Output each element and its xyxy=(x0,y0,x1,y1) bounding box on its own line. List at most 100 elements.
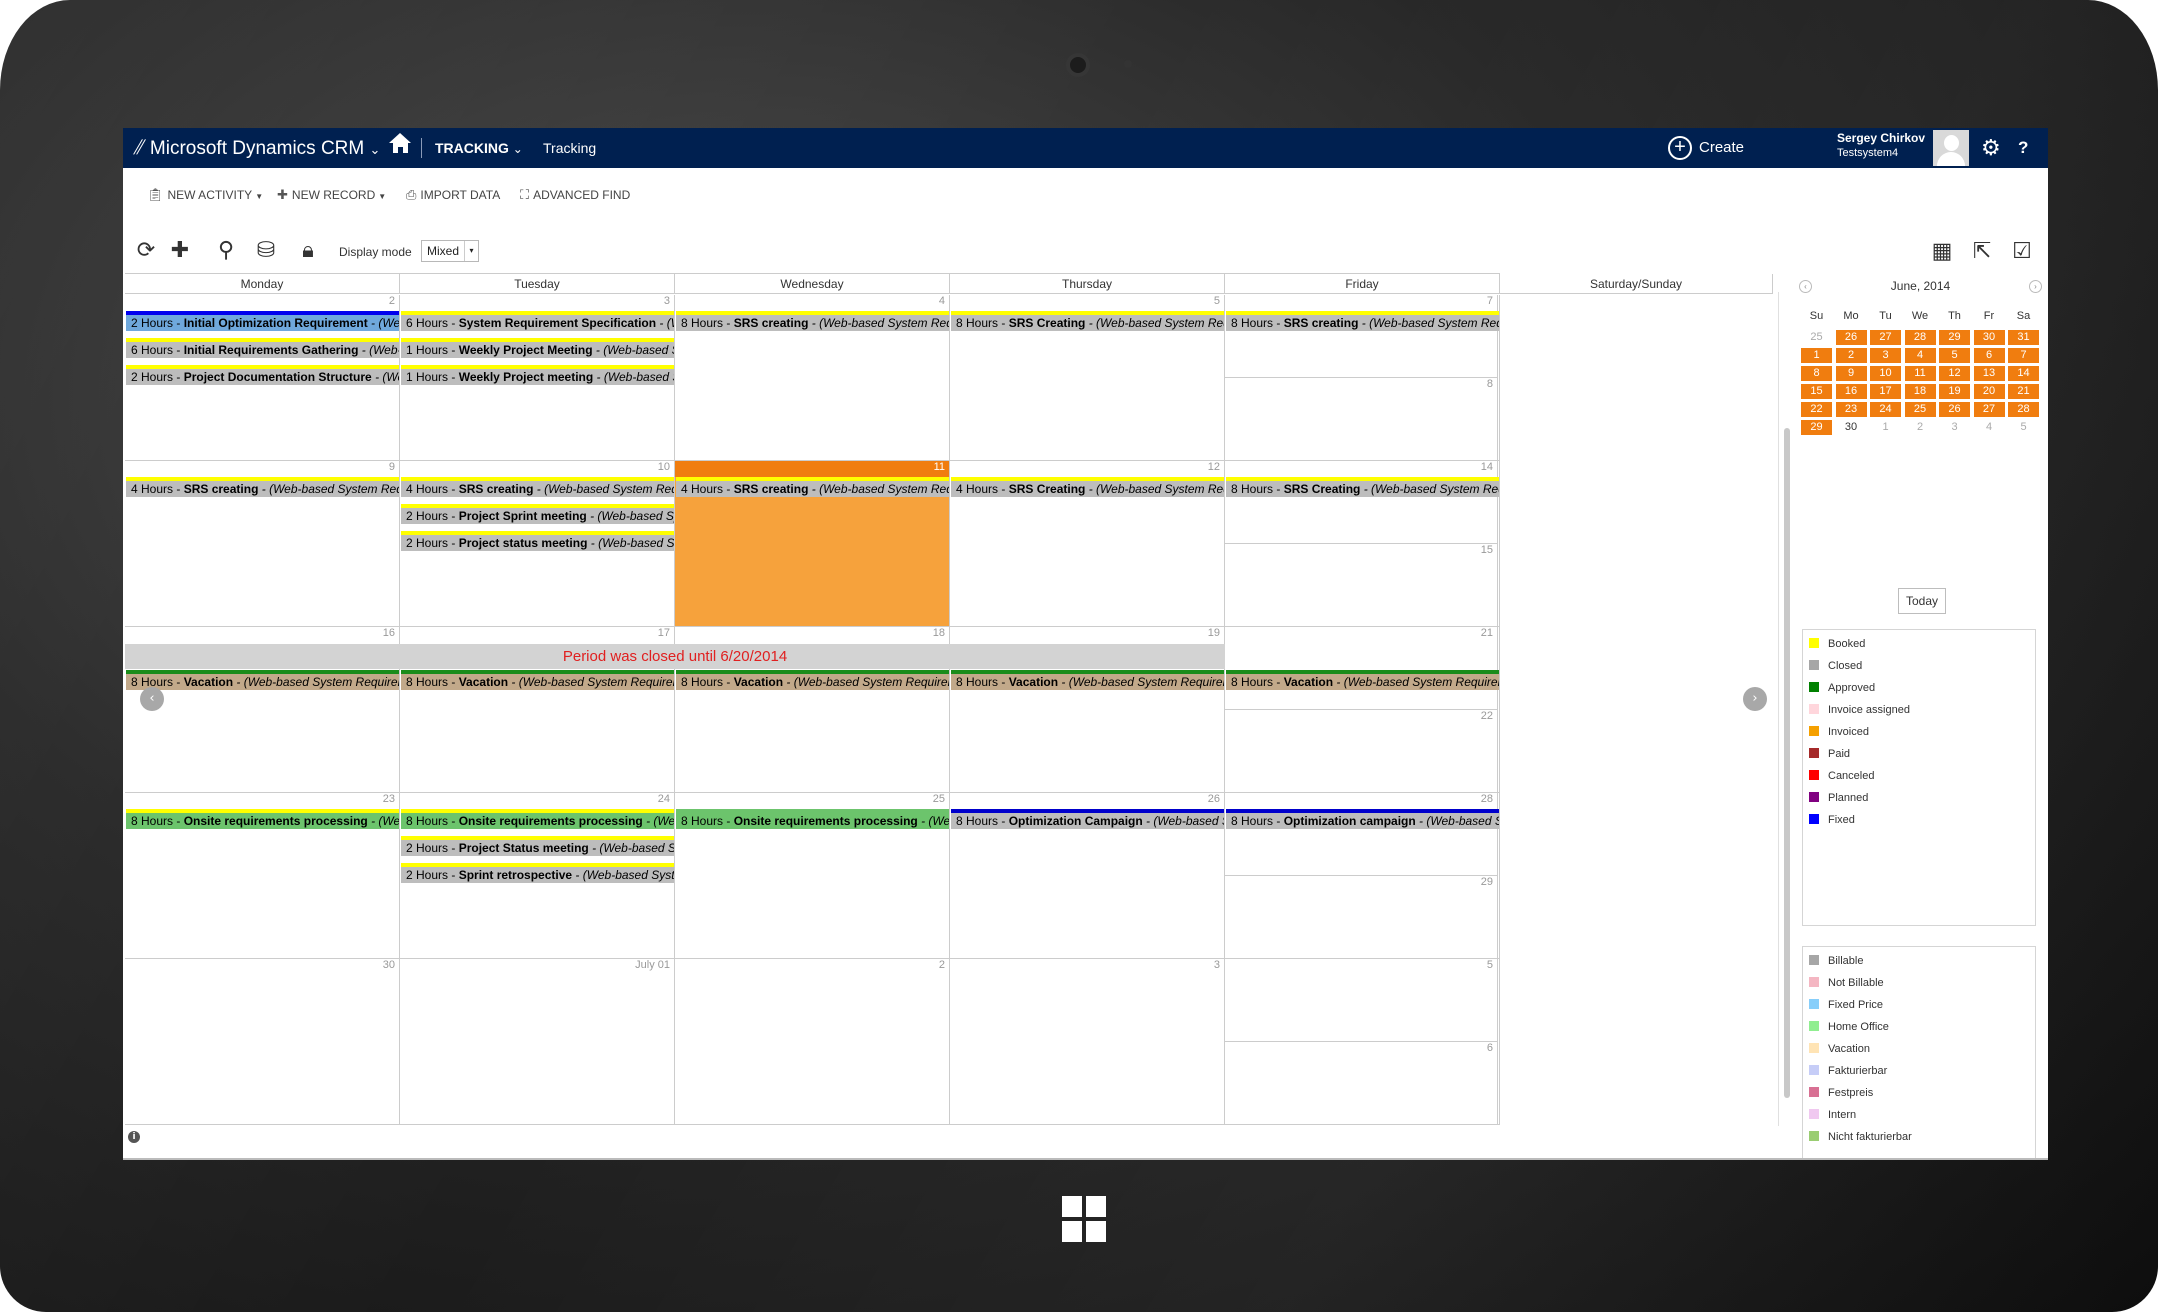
minical-day[interactable]: 30 xyxy=(1973,330,2005,345)
weekend-cell[interactable]: 8 xyxy=(1225,378,1498,461)
minical-day[interactable]: 25 xyxy=(1904,402,1936,417)
minical-day[interactable]: 12 xyxy=(1939,366,1970,381)
event-entry[interactable]: 2 Hours - Project Documentation Structur… xyxy=(126,365,399,385)
weekend-cell[interactable]: 14 xyxy=(1225,461,1498,544)
minical-day[interactable]: 7 xyxy=(2008,348,2039,363)
command-new-activity[interactable]: 📋︎ NEW ACTIVITY ▼ xyxy=(147,187,263,203)
event-entry[interactable]: 2 Hours - Sprint retrospective - (Web-ba… xyxy=(401,863,674,883)
minical-day[interactable]: 27 xyxy=(1870,330,1901,345)
avatar[interactable] xyxy=(1933,130,1969,166)
event-entry[interactable]: 8 Hours - SRS Creating - (Web-based Syst… xyxy=(951,311,1224,331)
event-entry[interactable]: 4 Hours - SRS creating - (Web-based Syst… xyxy=(126,477,399,497)
export-icon[interactable]: ⇱ xyxy=(1965,238,1999,266)
brand-menu[interactable]: ⫽ Microsoft Dynamics CRM ⌄ xyxy=(132,128,380,168)
minical-day[interactable]: 24 xyxy=(1870,402,1901,417)
event-entry[interactable]: 1 Hours - Weekly Project meeting - (Web-… xyxy=(401,365,674,385)
command-new-record[interactable]: ✚ NEW RECORD ▼ xyxy=(277,187,386,203)
minical-day[interactable]: 28 xyxy=(2008,402,2039,417)
minical-day[interactable]: 4 xyxy=(1904,348,1936,363)
day-cell[interactable]: 2 xyxy=(675,959,950,1125)
event-entry[interactable]: 6 Hours - System Requirement Specificati… xyxy=(401,311,674,331)
weekend-cell[interactable]: 22 xyxy=(1225,710,1498,793)
minical-day[interactable]: 30 xyxy=(1835,420,1867,435)
event-entry[interactable]: 8 Hours - Vacation - (Web-based System R… xyxy=(676,670,949,690)
lock-user-icon[interactable]: ⛁ xyxy=(251,238,281,264)
event-entry[interactable]: 8 Hours - Vacation - (Web-based System R… xyxy=(1226,670,1499,690)
event-entry[interactable]: 8 Hours - Vacation - (Web-based System R… xyxy=(951,670,1224,690)
minical-day[interactable]: 2 xyxy=(1835,348,1867,363)
event-entry[interactable]: 8 Hours - Onsite requirements processing… xyxy=(676,809,949,829)
minical-day[interactable]: 17 xyxy=(1870,384,1901,399)
minical-day[interactable]: 31 xyxy=(2008,330,2039,345)
minical-day[interactable]: 8 xyxy=(1801,366,1832,381)
weekend-cell[interactable]: 21 xyxy=(1225,627,1498,710)
scrollbar-thumb[interactable] xyxy=(1784,428,1790,1098)
weekend-cell[interactable]: 5 xyxy=(1225,959,1498,1042)
minical-day[interactable]: 2 xyxy=(1904,420,1936,435)
minical-day[interactable]: 26 xyxy=(1939,402,1970,417)
close-period-lock-icon[interactable]: 🔒︎ xyxy=(293,238,323,264)
minical-day[interactable]: 9 xyxy=(1835,366,1867,381)
minical-day[interactable]: 23 xyxy=(1835,402,1867,417)
help-check-icon[interactable]: ☑ xyxy=(2005,238,2039,266)
minical-day[interactable]: 27 xyxy=(1973,402,2005,417)
event-entry[interactable]: 2 Hours - Project Status meeting - (Web-… xyxy=(401,836,674,856)
weekend-cell[interactable]: 28 xyxy=(1225,793,1498,876)
minical-day[interactable]: 18 xyxy=(1904,384,1936,399)
command-import-data[interactable]: ⎙ IMPORT DATA xyxy=(406,187,500,203)
weekend-cell[interactable]: 15 xyxy=(1225,544,1498,627)
minical-day[interactable]: 3 xyxy=(1870,348,1901,363)
minical-day[interactable]: 14 xyxy=(2008,366,2039,381)
minical-day[interactable]: 10 xyxy=(1870,366,1901,381)
event-entry[interactable]: 4 Hours - SRS Creating - (Web-based Syst… xyxy=(951,477,1224,497)
minical-day[interactable]: 26 xyxy=(1835,330,1867,345)
event-entry[interactable]: 8 Hours - SRS creating - (Web-based Syst… xyxy=(676,311,949,331)
minical-day[interactable]: 28 xyxy=(1904,330,1936,345)
event-entry[interactable]: 6 Hours - Initial Requirements Gathering… xyxy=(126,338,399,358)
minical-day[interactable]: 25 xyxy=(1801,330,1832,345)
minical-day[interactable]: 11 xyxy=(1904,366,1936,381)
breadcrumb-tracking[interactable]: Tracking xyxy=(543,128,596,168)
minical-day[interactable]: 22 xyxy=(1801,402,1832,417)
prev-month-arrow-icon[interactable]: ‹ xyxy=(140,687,164,711)
minical-day[interactable]: 3 xyxy=(1939,420,1970,435)
add-entry-icon[interactable]: ✚ xyxy=(165,238,195,264)
command-advanced-find[interactable]: ⛶ ADVANCED FIND xyxy=(520,187,630,203)
event-entry[interactable]: 8 Hours - Onsite requirements processing… xyxy=(401,809,674,829)
event-entry[interactable]: 1 Hours - Weekly Project Meeting - (Web-… xyxy=(401,338,674,358)
windows-logo-icon[interactable] xyxy=(1062,1196,1106,1242)
weekend-cell[interactable]: 29 xyxy=(1225,876,1498,959)
next-month-arrow-icon[interactable]: › xyxy=(1743,687,1767,711)
weekend-cell[interactable]: 6 xyxy=(1225,1042,1498,1125)
minical-day[interactable]: 6 xyxy=(1973,348,2005,363)
refresh-icon[interactable]: ⟳ xyxy=(131,238,161,264)
home-icon[interactable] xyxy=(388,128,414,168)
search-icon[interactable]: ⚲ xyxy=(211,238,241,264)
event-entry[interactable]: 2 Hours - Project status meeting - (Web-… xyxy=(401,531,674,551)
event-entry[interactable]: 4 Hours - SRS creating - (Web-based Syst… xyxy=(401,477,674,497)
gear-icon[interactable]: ⚙ xyxy=(1981,128,2001,168)
event-entry[interactable]: 8 Hours - Optimization campaign - (Web-b… xyxy=(1226,809,1499,829)
event-entry[interactable]: 4 Hours - SRS creating - (Web-based Syst… xyxy=(676,477,949,497)
minical-day[interactable]: 5 xyxy=(2008,420,2039,435)
help-button[interactable]: ? xyxy=(2018,128,2028,168)
minical-day[interactable]: 21 xyxy=(2008,384,2039,399)
today-button[interactable]: Today xyxy=(1898,588,1946,614)
event-entry[interactable]: 8 Hours - SRS Creating - (Web-based Syst… xyxy=(1226,477,1499,497)
create-button[interactable]: + Create xyxy=(1668,128,1744,168)
calendar-scrollbar[interactable] xyxy=(1778,292,1794,1126)
user-info[interactable]: Sergey Chirkov Testsystem4 xyxy=(1837,131,1925,161)
minical-day[interactable]: 19 xyxy=(1939,384,1970,399)
minical-day[interactable]: 20 xyxy=(1973,384,2005,399)
film-view-icon[interactable]: ▦ xyxy=(1925,238,1959,266)
event-entry[interactable]: 8 Hours - SRS creating - (Web-based Syst… xyxy=(1226,311,1499,331)
minical-day[interactable]: 13 xyxy=(1973,366,2005,381)
minical-day[interactable]: 15 xyxy=(1801,384,1832,399)
weekend-cell[interactable]: 7 xyxy=(1225,295,1498,378)
minical-day[interactable]: 16 xyxy=(1835,384,1867,399)
event-entry[interactable]: 2 Hours - Initial Optimization Requireme… xyxy=(126,311,399,331)
info-icon[interactable]: i xyxy=(128,1131,140,1143)
day-cell[interactable]: 30 xyxy=(125,959,400,1125)
minical-next-icon[interactable]: › xyxy=(2029,280,2042,293)
event-entry[interactable]: 8 Hours - Vacation - (Web-based System R… xyxy=(401,670,674,690)
